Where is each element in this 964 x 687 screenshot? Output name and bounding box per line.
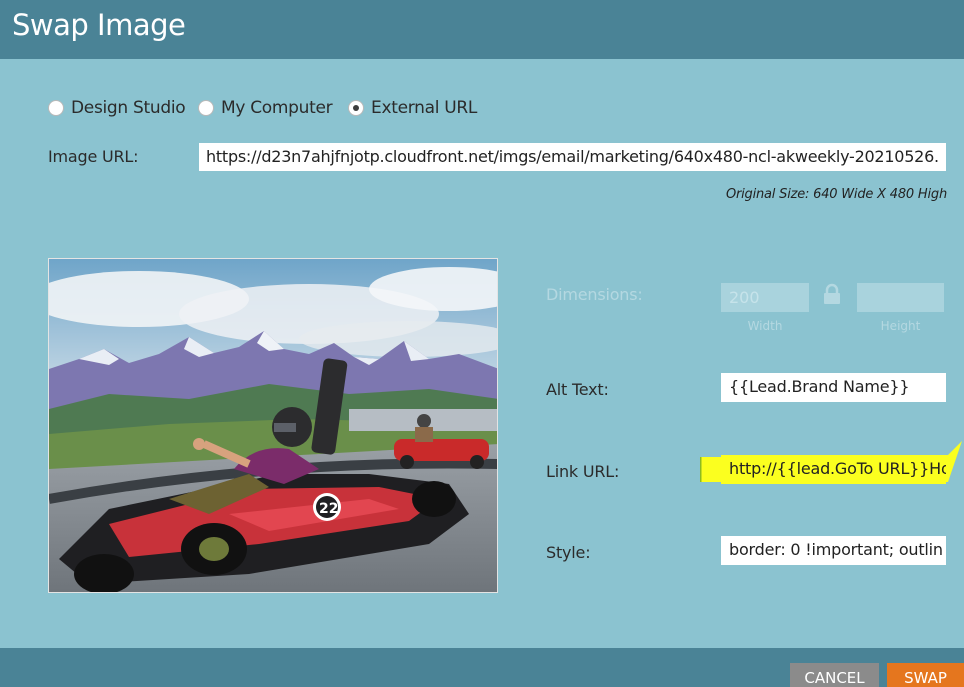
swap-button[interactable]: SWAP xyxy=(887,663,964,687)
image-url-label: Image URL: xyxy=(48,147,139,166)
radio-circle-my-computer[interactable] xyxy=(198,100,214,116)
alt-text-input[interactable]: {{Lead.Brand Name}} xyxy=(721,373,946,402)
radio-circle-design-studio[interactable] xyxy=(48,100,64,116)
width-input[interactable]: 200 xyxy=(721,283,809,312)
height-caption: Height xyxy=(880,319,921,333)
radio-label-external-url: External URL xyxy=(371,98,478,118)
style-input[interactable]: border: 0 !important; outlin xyxy=(721,536,946,565)
style-label: Style: xyxy=(546,543,591,562)
original-size-text: Original Size: 640 Wide X 480 High xyxy=(725,187,947,202)
link-url-input[interactable]: http://{{lead.GoTo URL}}Hot xyxy=(721,455,946,484)
dialog-header: Swap Image xyxy=(0,0,964,59)
radio-label-design-studio: Design Studio xyxy=(71,98,186,118)
dimensions-label: Dimensions: xyxy=(546,285,643,304)
width-caption: Width xyxy=(747,319,783,333)
lock-icon[interactable] xyxy=(822,283,842,305)
radio-circle-external-url[interactable] xyxy=(348,100,364,116)
go-kart-photo: 22 xyxy=(49,259,497,592)
svg-text:22: 22 xyxy=(319,501,338,517)
height-input[interactable] xyxy=(857,283,944,312)
image-url-input[interactable]: https://d23n7ahjfnjotp.cloudfront.net/im… xyxy=(199,143,946,171)
radio-label-my-computer: My Computer xyxy=(221,98,333,118)
cancel-button[interactable]: CANCEL xyxy=(790,663,879,687)
link-url-label: Link URL: xyxy=(546,462,620,481)
alt-text-label: Alt Text: xyxy=(546,380,609,399)
image-preview: 22 xyxy=(48,258,498,593)
dialog-title: Swap Image xyxy=(12,8,186,42)
